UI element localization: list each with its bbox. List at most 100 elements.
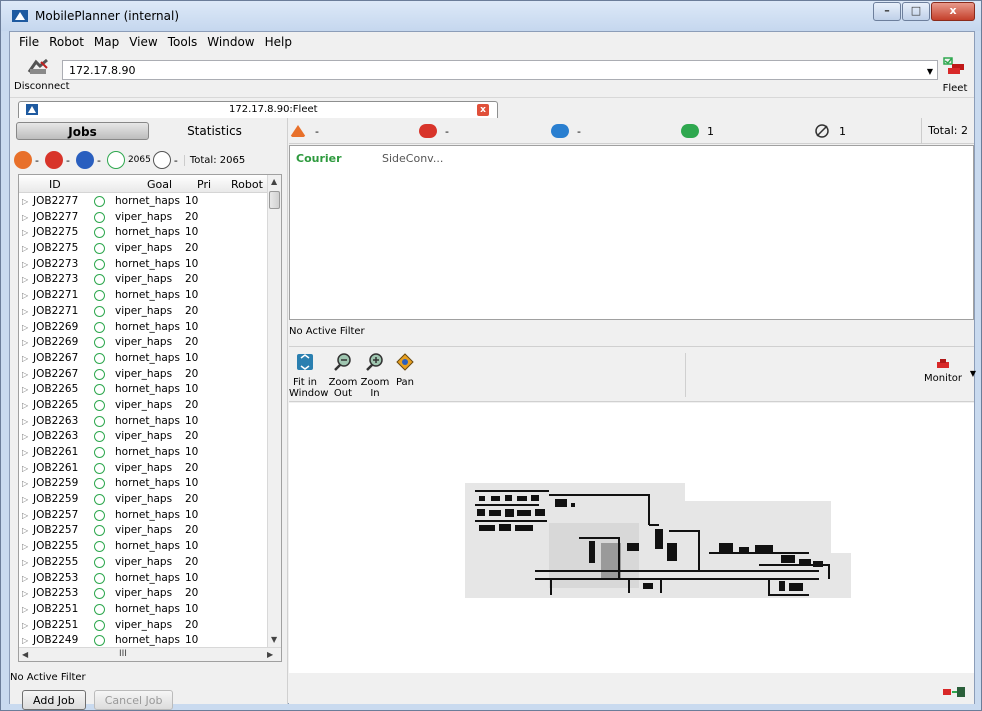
table-row[interactable]: ▷ JOB2263 hornet_haps 10 bbox=[19, 414, 269, 430]
table-row[interactable]: ▷ JOB2257 viper_haps 20 bbox=[19, 523, 269, 539]
expand-arrow-icon[interactable]: ▷ bbox=[22, 228, 28, 237]
robot-courier[interactable]: Courier bbox=[296, 152, 342, 165]
expand-arrow-icon[interactable]: ▷ bbox=[22, 558, 28, 567]
table-row[interactable]: ▷ JOB2265 hornet_haps 10 bbox=[19, 382, 269, 398]
table-row[interactable]: ▷ JOB2269 hornet_haps 10 bbox=[19, 320, 269, 336]
menu-window[interactable]: Window bbox=[207, 35, 254, 49]
table-row[interactable]: ▷ JOB2275 viper_haps 20 bbox=[19, 241, 269, 257]
jobs-vertical-scrollbar[interactable]: ▲ ▼ bbox=[267, 175, 281, 649]
table-row[interactable]: ▷ JOB2265 viper_haps 20 bbox=[19, 398, 269, 414]
table-row[interactable]: ▷ JOB2259 viper_haps 20 bbox=[19, 492, 269, 508]
expand-arrow-icon[interactable]: ▷ bbox=[22, 621, 28, 630]
col-robot[interactable]: Robot bbox=[231, 178, 263, 191]
expand-arrow-icon[interactable]: ▷ bbox=[22, 385, 28, 394]
table-row[interactable]: ▷ JOB2263 viper_haps 20 bbox=[19, 429, 269, 445]
expand-arrow-icon[interactable]: ▷ bbox=[22, 542, 28, 551]
statistics-tab[interactable]: Statistics bbox=[149, 122, 280, 140]
tab-close-icon[interactable]: x bbox=[477, 104, 489, 116]
expand-arrow-icon[interactable]: ▷ bbox=[22, 495, 28, 504]
expand-arrow-icon[interactable]: ▷ bbox=[22, 370, 28, 379]
tab-fleet[interactable]: 172.17.8.90:Fleet x bbox=[18, 101, 498, 118]
disconnect-button[interactable]: Disconnect bbox=[14, 58, 70, 92]
maximize-button[interactable]: □ bbox=[902, 2, 930, 21]
table-row[interactable]: ▷ JOB2273 hornet_haps 10 bbox=[19, 257, 269, 273]
pan-button[interactable]: Pan bbox=[389, 353, 421, 388]
expand-arrow-icon[interactable]: ▷ bbox=[22, 417, 28, 426]
monitor-button[interactable]: Monitor ▼ bbox=[918, 357, 976, 384]
table-row[interactable]: ▷ JOB2275 hornet_haps 10 bbox=[19, 225, 269, 241]
table-row[interactable]: ▷ JOB2277 viper_haps 20 bbox=[19, 210, 269, 226]
expand-arrow-icon[interactable]: ▷ bbox=[22, 213, 28, 222]
scroll-up-icon[interactable]: ▲ bbox=[271, 177, 277, 186]
col-id[interactable]: ID bbox=[49, 178, 61, 191]
table-row[interactable]: ▷ JOB2273 viper_haps 20 bbox=[19, 272, 269, 288]
dropdown-arrow-icon[interactable]: ▼ bbox=[927, 67, 933, 76]
table-row[interactable]: ▷ JOB2255 viper_haps 20 bbox=[19, 555, 269, 571]
cancel-job-button[interactable]: Cancel Job bbox=[93, 690, 174, 710]
expand-arrow-icon[interactable]: ▷ bbox=[22, 526, 28, 535]
table-row[interactable]: ▷ JOB2259 hornet_haps 10 bbox=[19, 476, 269, 492]
expand-arrow-icon[interactable]: ▷ bbox=[22, 275, 28, 284]
table-row[interactable]: ▷ JOB2267 viper_haps 20 bbox=[19, 367, 269, 383]
jobs-horizontal-scrollbar[interactable]: ◀ III ▶ bbox=[19, 647, 281, 661]
expand-arrow-icon[interactable]: ▷ bbox=[22, 354, 28, 363]
scroll-down-icon[interactable]: ▼ bbox=[271, 635, 277, 644]
job-priority: 10 bbox=[185, 226, 199, 239]
table-row[interactable]: ▷ JOB2269 viper_haps 20 bbox=[19, 335, 269, 351]
hscroll-thumb[interactable]: III bbox=[119, 649, 127, 659]
scroll-thumb[interactable] bbox=[269, 191, 280, 209]
menu-view[interactable]: View bbox=[129, 35, 157, 49]
expand-arrow-icon[interactable]: ▷ bbox=[22, 291, 28, 300]
map-view[interactable] bbox=[289, 403, 974, 673]
robot-sideconv[interactable]: SideConv... bbox=[382, 152, 443, 165]
expand-arrow-icon[interactable]: ▷ bbox=[22, 636, 28, 645]
menu-help[interactable]: Help bbox=[265, 35, 292, 49]
close-button[interactable]: x bbox=[931, 2, 975, 21]
menu-robot[interactable]: Robot bbox=[49, 35, 84, 49]
table-row[interactable]: ▷ JOB2253 hornet_haps 10 bbox=[19, 571, 269, 587]
table-row[interactable]: ▷ JOB2255 hornet_haps 10 bbox=[19, 539, 269, 555]
table-row[interactable]: ▷ JOB2261 viper_haps 20 bbox=[19, 461, 269, 477]
menu-file[interactable]: File bbox=[19, 35, 39, 49]
table-row[interactable]: ▷ JOB2271 viper_haps 20 bbox=[19, 304, 269, 320]
fleet-button[interactable]: Fleet bbox=[940, 56, 970, 94]
table-row[interactable]: ▷ JOB2253 viper_haps 20 bbox=[19, 586, 269, 602]
col-goal[interactable]: Goal bbox=[147, 178, 172, 191]
zoom-out-button[interactable]: Zoom Out bbox=[327, 353, 359, 399]
expand-arrow-icon[interactable]: ▷ bbox=[22, 589, 28, 598]
table-row[interactable]: ▷ JOB2271 hornet_haps 10 bbox=[19, 288, 269, 304]
expand-arrow-icon[interactable]: ▷ bbox=[22, 197, 28, 206]
expand-arrow-icon[interactable]: ▷ bbox=[22, 479, 28, 488]
menu-map[interactable]: Map bbox=[94, 35, 119, 49]
zoom-in-button[interactable]: Zoom In bbox=[359, 353, 391, 399]
menu-tools[interactable]: Tools bbox=[168, 35, 198, 49]
address-value: 172.17.8.90 bbox=[69, 64, 136, 77]
monitor-dropdown-icon[interactable]: ▼ bbox=[970, 369, 976, 378]
expand-arrow-icon[interactable]: ▷ bbox=[22, 432, 28, 441]
address-combo[interactable]: 172.17.8.90 ▼ bbox=[62, 60, 938, 80]
table-row[interactable]: ▷ JOB2277 hornet_haps 10 bbox=[19, 194, 269, 210]
add-job-button[interactable]: Add Job bbox=[22, 690, 86, 710]
expand-arrow-icon[interactable]: ▷ bbox=[22, 464, 28, 473]
expand-arrow-icon[interactable]: ▷ bbox=[22, 448, 28, 457]
expand-arrow-icon[interactable]: ▷ bbox=[22, 260, 28, 269]
expand-arrow-icon[interactable]: ▷ bbox=[22, 401, 28, 410]
table-row[interactable]: ▷ JOB2267 hornet_haps 10 bbox=[19, 351, 269, 367]
expand-arrow-icon[interactable]: ▷ bbox=[22, 511, 28, 520]
scroll-right-icon[interactable]: ▶ bbox=[267, 650, 273, 659]
expand-arrow-icon[interactable]: ▷ bbox=[22, 244, 28, 253]
jobs-tab[interactable]: Jobs bbox=[16, 122, 149, 140]
table-row[interactable]: ▷ JOB2257 hornet_haps 10 bbox=[19, 508, 269, 524]
fit-in-window-button[interactable]: Fit in Window bbox=[289, 353, 328, 399]
scroll-left-icon[interactable]: ◀ bbox=[22, 650, 28, 659]
expand-arrow-icon[interactable]: ▷ bbox=[22, 605, 28, 614]
table-row[interactable]: ▷ JOB2251 hornet_haps 10 bbox=[19, 602, 269, 618]
col-pri[interactable]: Pri bbox=[197, 178, 211, 191]
minimize-button[interactable]: – bbox=[873, 2, 901, 21]
expand-arrow-icon[interactable]: ▷ bbox=[22, 574, 28, 583]
expand-arrow-icon[interactable]: ▷ bbox=[22, 323, 28, 332]
expand-arrow-icon[interactable]: ▷ bbox=[22, 307, 28, 316]
expand-arrow-icon[interactable]: ▷ bbox=[22, 338, 28, 347]
table-row[interactable]: ▷ JOB2261 hornet_haps 10 bbox=[19, 445, 269, 461]
table-row[interactable]: ▷ JOB2251 viper_haps 20 bbox=[19, 618, 269, 634]
